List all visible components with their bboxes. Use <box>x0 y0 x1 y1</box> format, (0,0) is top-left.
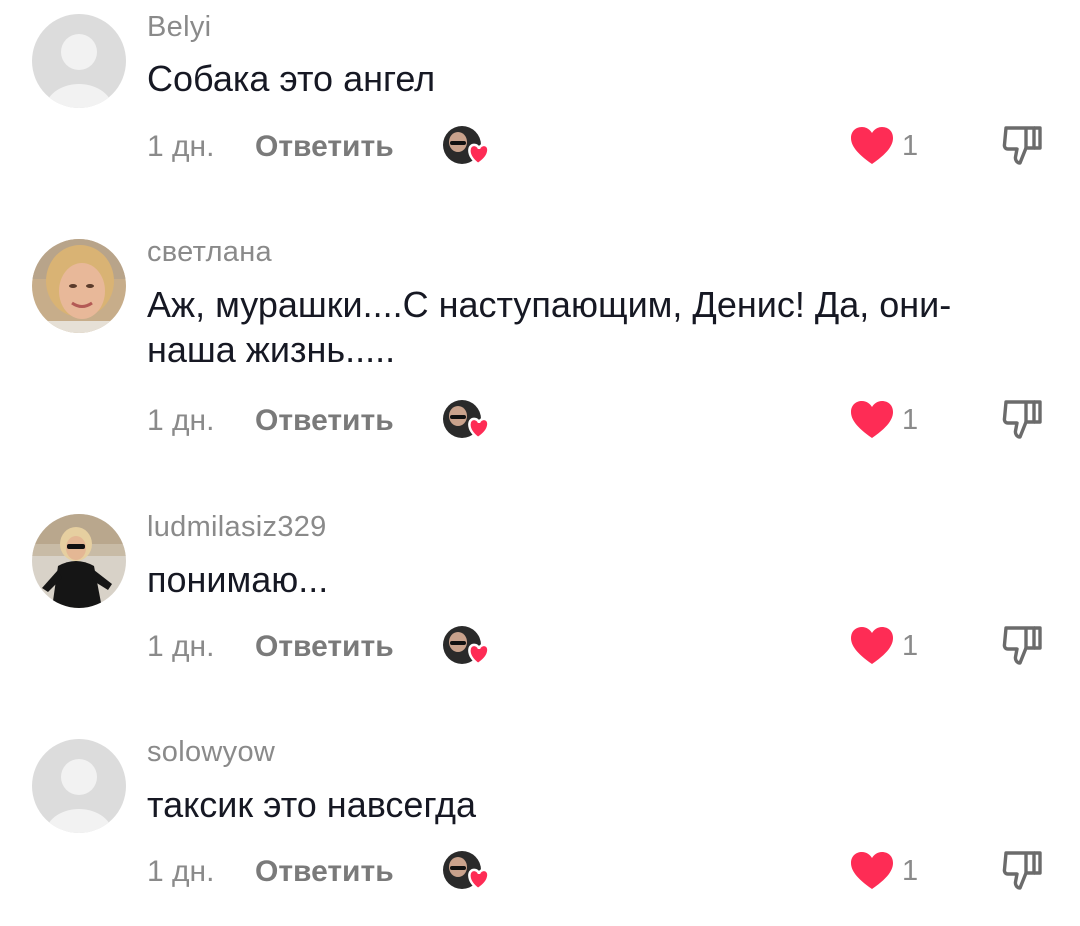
default-avatar-icon <box>32 739 126 833</box>
comment-time: 1 дн. <box>147 855 215 888</box>
reply-button[interactable]: Ответить <box>255 855 394 889</box>
heart-icon[interactable] <box>850 851 894 891</box>
creator-liked-icon <box>442 849 494 893</box>
avatar[interactable] <box>32 739 126 833</box>
comment-text: таксик это навсегда <box>147 784 476 825</box>
thumbs-down-icon[interactable] <box>1000 849 1044 893</box>
like-count: 1 <box>902 855 919 887</box>
comment-item: solowyow таксик это навсегда 1 дн. Ответ… <box>0 0 1080 926</box>
comment-username[interactable]: solowyow <box>147 736 275 769</box>
